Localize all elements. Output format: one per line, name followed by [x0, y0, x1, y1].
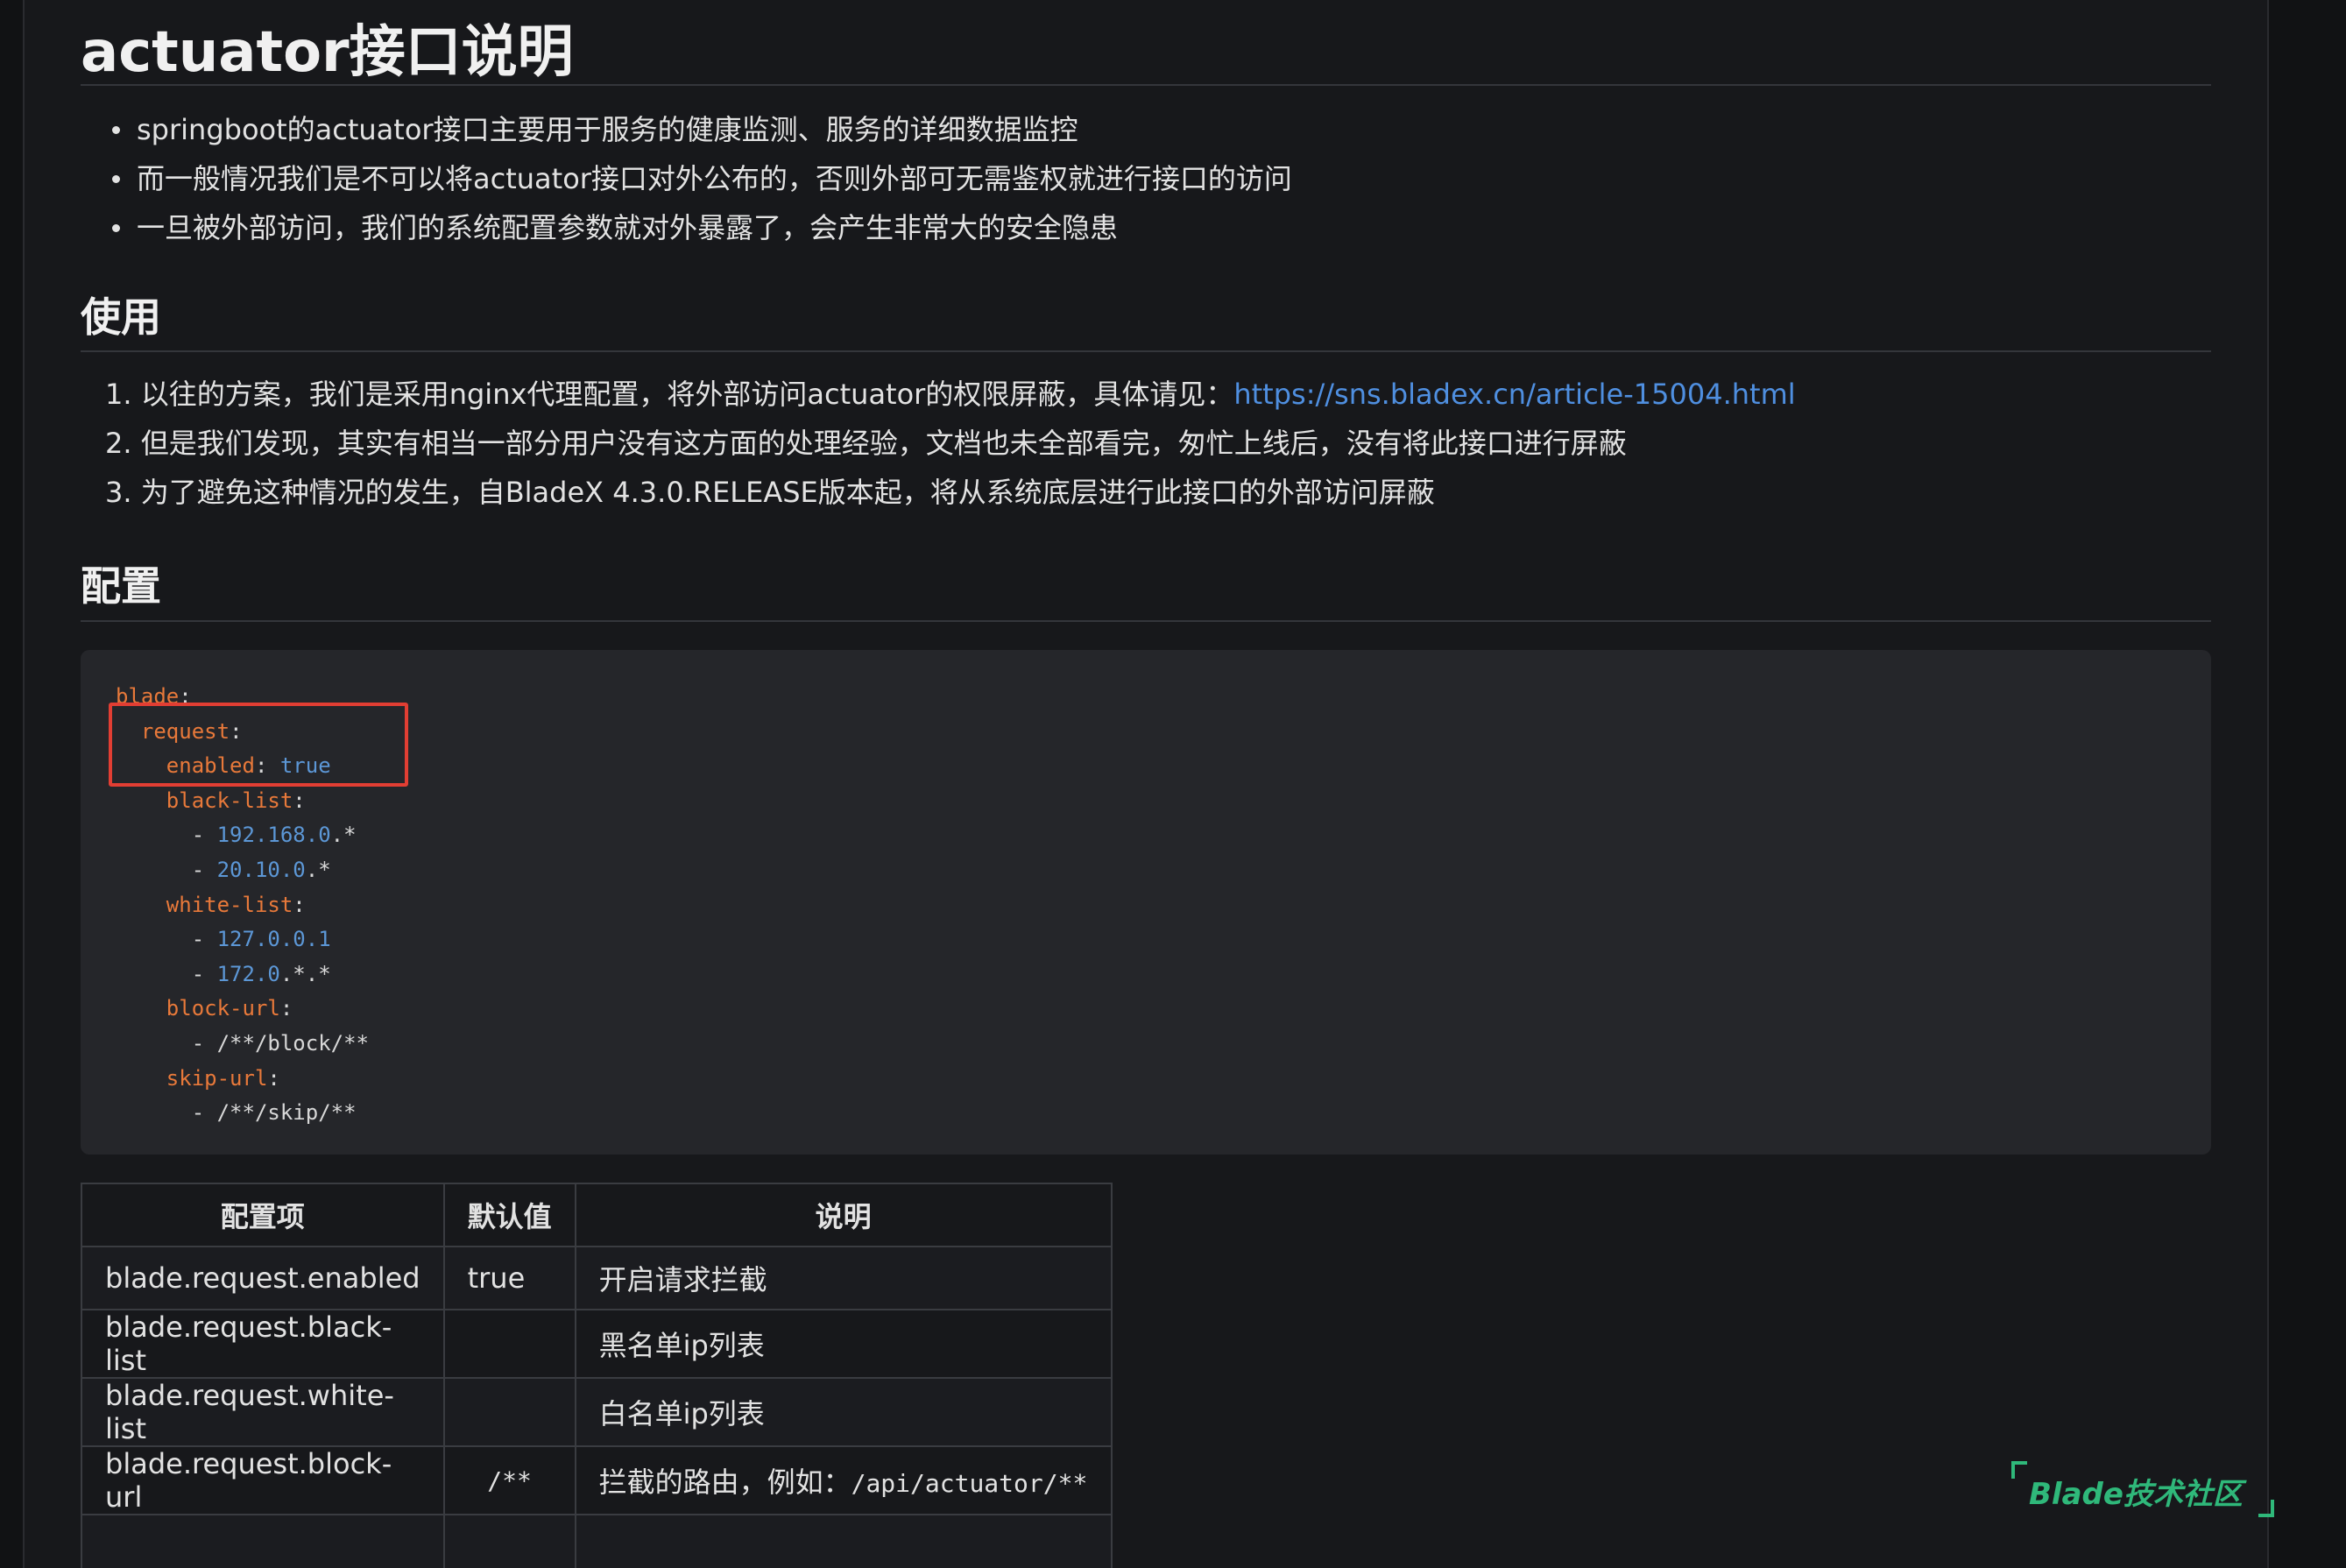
cell-description: 黑名单ip列表 — [574, 1309, 1113, 1379]
cell-config-item: blade.request.block-url — [81, 1445, 445, 1515]
right-gutter — [2267, 0, 2346, 1568]
cell-description: 白名单ip列表 — [574, 1377, 1113, 1447]
code-line: blade: — [116, 680, 2211, 715]
yaml-value: /**/block/** — [216, 1030, 369, 1056]
left-gutter — [0, 0, 25, 1568]
section-heading-config: 配置 — [81, 559, 2211, 622]
item-text: 以往的方案，我们是采用nginx代理配置，将外部访问actuator的权限屏蔽，… — [140, 378, 1234, 411]
list-item: 2. 但是我们发现，其实有相当一部分用户没有这方面的处理经验，文档也未全部看完，… — [81, 419, 2211, 468]
code-line: block-url: — [116, 992, 2211, 1027]
yaml-key: black-list — [166, 788, 293, 813]
yaml-separator: : — [293, 892, 306, 917]
description-code: /api/actuator/** — [851, 1469, 1088, 1498]
cell-default: /** — [442, 1445, 576, 1515]
cell-description — [574, 1514, 1113, 1568]
table-row: blade.request.enabled true 开启请求拦截 — [81, 1246, 1113, 1310]
yaml-code-block[interactable]: blade: request: enabled: true black-list… — [81, 650, 2211, 1155]
cell-description: 拦截的路由，例如：/api/actuator/** — [574, 1445, 1113, 1515]
cell-description: 开启请求拦截 — [574, 1246, 1113, 1310]
code-indent: - — [116, 927, 217, 952]
item-text: 为了避免这种情况的发生，自BladeX 4.3.0.RELEASE版本起，将从系… — [140, 476, 1435, 509]
table-row: blade.request.block-url /** 拦截的路由，例如：/ap… — [81, 1445, 1113, 1515]
yaml-value: .* — [305, 857, 331, 882]
yaml-value: .* — [330, 823, 357, 848]
cell-default — [442, 1309, 576, 1379]
yaml-number: 192.168.0 — [216, 823, 331, 848]
list-item: 而一般情况我们是不可以将actuator接口对外公布的，否则外部可无需鉴权就进行… — [81, 154, 2211, 203]
bracket-corner — [2011, 1461, 2027, 1479]
watermark-text: Blade技术社区 — [2029, 1477, 2243, 1512]
column-header: 默认值 — [442, 1183, 576, 1247]
yaml-separator: : — [267, 1065, 280, 1091]
list-item: 3. 为了避免这种情况的发生，自BladeX 4.3.0.RELEASE版本起，… — [81, 468, 2211, 517]
code-line: - /**/block/** — [116, 1027, 2211, 1062]
list-item: 一旦被外部访问，我们的系统配置参数就对外暴露了，会产生非常大的安全隐患 — [81, 203, 2211, 252]
code-indent: - — [116, 823, 217, 848]
cell-default: true — [442, 1246, 576, 1310]
table-header-row: 配置项 默认值 说明 — [81, 1183, 1113, 1247]
code-indent: - — [116, 1030, 217, 1056]
section-heading-usage: 使用 — [81, 291, 2211, 352]
yaml-separator: : — [293, 788, 306, 813]
code-line: enabled: true — [116, 749, 2211, 784]
yaml-number: 172.0 — [216, 961, 280, 986]
yaml-value: .*.* — [279, 961, 331, 986]
code-line: black-list: — [116, 784, 2211, 819]
yaml-separator: : — [279, 996, 293, 1021]
cell-default — [442, 1377, 576, 1447]
code-line: - 172.0.*.* — [116, 957, 2211, 992]
column-header: 配置项 — [81, 1183, 445, 1247]
item-number: 2. — [105, 427, 132, 460]
code-line: skip-url: — [116, 1062, 2211, 1097]
code-indent: - — [116, 1100, 217, 1126]
yaml-number: 127.0.0.1 — [216, 927, 331, 952]
item-number: 1. — [105, 378, 132, 411]
table-row: blade.request.white-list 白名单ip列表 — [81, 1377, 1113, 1447]
watermark-logo: Blade技术社区 — [2011, 1461, 2274, 1517]
code-line: - 20.10.0.* — [116, 853, 2211, 888]
doc-content: actuator接口说明 springboot的actuator接口主要用于服务… — [81, 0, 2211, 1568]
table-row: blade.request.black-list 黑名单ip列表 — [81, 1309, 1113, 1379]
code-line: - 127.0.0.1 — [116, 922, 2211, 957]
cell-config-item: blade.request.enabled — [81, 1246, 445, 1310]
highlight-box — [109, 703, 408, 787]
intro-list: springboot的actuator接口主要用于服务的健康监测、服务的详细数据… — [81, 105, 2211, 252]
description-text: 拦截的路由，例如： — [598, 1466, 851, 1499]
yaml-value: /**/skip/** — [216, 1100, 357, 1126]
document-page: actuator接口说明 springboot的actuator接口主要用于服务… — [0, 0, 2346, 1568]
article-link[interactable]: https://sns.bladex.cn/article-15004.html — [1233, 378, 1795, 411]
yaml-key: skip-url — [166, 1065, 268, 1091]
yaml-key: white-list — [166, 892, 293, 917]
code-indent: - — [116, 857, 217, 882]
code-line: - /**/skip/** — [116, 1096, 2211, 1131]
list-item: springboot的actuator接口主要用于服务的健康监测、服务的详细数据… — [81, 105, 2211, 154]
item-text: 但是我们发现，其实有相当一部分用户没有这方面的处理经验，文档也未全部看完，匆忙上… — [140, 427, 1627, 460]
cell-config-item — [81, 1514, 445, 1568]
code-line: - 192.168.0.* — [116, 818, 2211, 853]
yaml-number: 20.10.0 — [216, 857, 306, 882]
code-indent: - — [116, 961, 217, 986]
config-table: 配置项 默认值 说明 blade.request.enabled true 开启… — [81, 1183, 1113, 1568]
code-line: white-list: — [116, 888, 2211, 923]
code-line: request: — [116, 715, 2211, 750]
cell-default — [442, 1514, 576, 1568]
cell-config-item: blade.request.black-list — [81, 1309, 445, 1379]
cell-config-item: blade.request.white-list — [81, 1377, 445, 1447]
table-row — [81, 1514, 1113, 1568]
item-number: 3. — [105, 476, 132, 509]
page-title: actuator接口说明 — [81, 0, 2211, 86]
yaml-key: block-url — [166, 996, 280, 1021]
list-item: 1. 以往的方案，我们是采用nginx代理配置，将外部访问actuator的权限… — [81, 370, 2211, 419]
column-header: 说明 — [574, 1183, 1113, 1247]
bracket-corner — [2258, 1500, 2274, 1517]
usage-list: 1. 以往的方案，我们是采用nginx代理配置，将外部访问actuator的权限… — [81, 370, 2211, 517]
